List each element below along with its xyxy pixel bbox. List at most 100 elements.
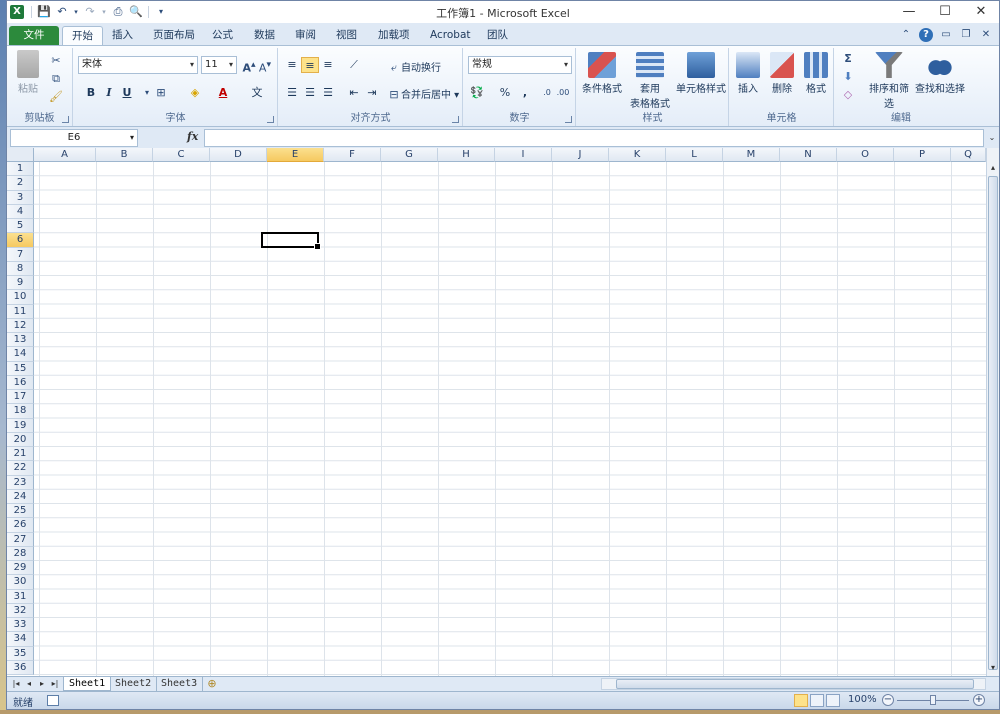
align-right-icon[interactable]: ☰ [319, 85, 337, 101]
decrease-indent-icon[interactable]: ⇤ [345, 85, 363, 101]
row-header-34[interactable]: 34 [7, 632, 34, 647]
tab-data[interactable]: 数据 [245, 26, 284, 45]
last-sheet-icon[interactable]: ▸| [50, 678, 60, 690]
sheet-tab-sheet2[interactable]: Sheet2 [110, 677, 158, 691]
number-launcher-icon[interactable] [565, 116, 572, 123]
row-header-22[interactable]: 22 [7, 461, 34, 476]
comma-button[interactable]: , [516, 85, 534, 101]
row-header-16[interactable]: 16 [7, 375, 34, 390]
row-header-27[interactable]: 27 [7, 532, 34, 547]
workbook-minimize-icon[interactable]: ▭ [939, 28, 953, 42]
macro-record-icon[interactable] [47, 695, 59, 706]
column-header-m[interactable]: M [723, 148, 780, 162]
tab-team[interactable]: 团队 [478, 26, 517, 45]
column-header-f[interactable]: F [324, 148, 381, 162]
name-box[interactable]: E6 ▾ [10, 129, 138, 147]
first-sheet-icon[interactable]: |◂ [11, 678, 21, 690]
close-button[interactable]: ✕ [963, 1, 999, 23]
column-header-b[interactable]: B [96, 148, 153, 162]
row-header-3[interactable]: 3 [7, 190, 34, 205]
column-header-q[interactable]: Q [951, 148, 986, 162]
column-header-n[interactable]: N [780, 148, 837, 162]
column-header-k[interactable]: K [609, 148, 666, 162]
column-header-g[interactable]: G [381, 148, 438, 162]
tab-insert[interactable]: 插入 [103, 26, 142, 45]
cell-grid[interactable] [34, 162, 986, 676]
font-color-button[interactable]: A [214, 85, 232, 101]
row-header-7[interactable]: 7 [7, 247, 34, 262]
row-header-30[interactable]: 30 [7, 575, 34, 590]
row-header-8[interactable]: 8 [7, 261, 34, 276]
clipboard-launcher-icon[interactable] [62, 116, 69, 123]
top-align-icon[interactable]: ≡ [283, 57, 301, 73]
prev-sheet-icon[interactable]: ◂ [24, 678, 34, 690]
increase-indent-icon[interactable]: ⇥ [363, 85, 381, 101]
alignment-launcher-icon[interactable] [452, 116, 459, 123]
sheet-tab-sheet1[interactable]: Sheet1 [63, 677, 112, 691]
paste-button[interactable]: 粘贴 [11, 50, 45, 95]
vertical-scroll-thumb[interactable] [988, 176, 998, 670]
decrease-decimal-icon[interactable]: .00 [556, 86, 570, 100]
column-header-j[interactable]: J [552, 148, 609, 162]
format-cells-button[interactable]: 格式 [800, 52, 832, 95]
number-format-select[interactable]: 常规 [468, 56, 572, 74]
tab-addins[interactable]: 加载项 [369, 26, 419, 45]
sort-filter-button[interactable]: 排序和筛选 [865, 52, 913, 110]
middle-align-icon[interactable]: ≡ [301, 57, 319, 73]
horizontal-scroll-thumb[interactable] [616, 679, 974, 689]
column-header-i[interactable]: I [495, 148, 552, 162]
row-header-4[interactable]: 4 [7, 204, 34, 219]
underline-dropdown-icon[interactable]: ▾ [140, 86, 154, 100]
align-left-icon[interactable]: ☰ [283, 85, 301, 101]
row-header-17[interactable]: 17 [7, 390, 34, 405]
font-size-select[interactable]: 11 [201, 56, 237, 74]
row-header-20[interactable]: 20 [7, 432, 34, 447]
format-painter-icon[interactable]: 🖌 [49, 90, 63, 104]
orientation-icon[interactable]: ⟋ [345, 57, 363, 73]
name-box-dropdown-icon[interactable]: ▾ [130, 130, 134, 146]
row-header-26[interactable]: 26 [7, 518, 34, 533]
normal-view-icon[interactable] [794, 694, 808, 707]
bold-button[interactable]: B [82, 85, 100, 101]
zoom-out-icon[interactable]: − [882, 694, 894, 706]
wrap-text-button[interactable]: ⤶ 自动换行 [387, 59, 441, 75]
minimize-button[interactable]: — [891, 1, 927, 23]
tab-acrobat[interactable]: Acrobat [421, 26, 480, 45]
row-header-29[interactable]: 29 [7, 561, 34, 576]
percent-button[interactable]: % [496, 85, 514, 101]
row-header-6[interactable]: 6 [7, 233, 34, 248]
row-header-12[interactable]: 12 [7, 318, 34, 333]
fill-color-icon[interactable]: ◈ [188, 86, 202, 100]
row-header-33[interactable]: 33 [7, 618, 34, 633]
tab-home[interactable]: 开始 [62, 26, 103, 45]
delete-cells-button[interactable]: 删除 [766, 52, 798, 95]
column-header-e[interactable]: E [267, 148, 324, 162]
border-icon[interactable]: ⊞ [154, 86, 168, 100]
row-header-28[interactable]: 28 [7, 546, 34, 561]
tab-review[interactable]: 审阅 [286, 26, 325, 45]
font-launcher-icon[interactable] [267, 116, 274, 123]
increase-decimal-icon[interactable]: .0 [540, 86, 554, 100]
font-name-select[interactable]: 宋体 [78, 56, 198, 74]
next-sheet-icon[interactable]: ▸ [37, 678, 47, 690]
workbook-close-icon[interactable]: ✕ [979, 28, 993, 42]
page-layout-view-icon[interactable] [810, 694, 824, 707]
format-as-table-button[interactable]: 套用 表格格式 [625, 52, 675, 110]
row-header-35[interactable]: 35 [7, 646, 34, 661]
column-header-a[interactable]: A [34, 148, 96, 162]
column-header-o[interactable]: O [837, 148, 894, 162]
cell-styles-button[interactable]: 单元格样式 [675, 52, 727, 95]
align-center-icon[interactable]: ☰ [301, 85, 319, 101]
phonetic-button[interactable]: 文 [248, 85, 266, 101]
tab-file[interactable]: 文件 [9, 26, 59, 45]
active-cell-e6[interactable] [261, 232, 321, 250]
row-header-15[interactable]: 15 [7, 361, 34, 376]
merge-center-button[interactable]: ⊟ 合并后居中 ▾ [387, 86, 459, 102]
bottom-align-icon[interactable]: ≡ [319, 57, 337, 73]
tab-formulas[interactable]: 公式 [203, 26, 242, 45]
autosum-icon[interactable]: Σ [841, 52, 855, 66]
clear-icon[interactable]: ◇ [841, 88, 855, 102]
workbook-restore-icon[interactable]: ❐ [959, 28, 973, 42]
row-header-23[interactable]: 23 [7, 475, 34, 490]
column-header-c[interactable]: C [153, 148, 210, 162]
